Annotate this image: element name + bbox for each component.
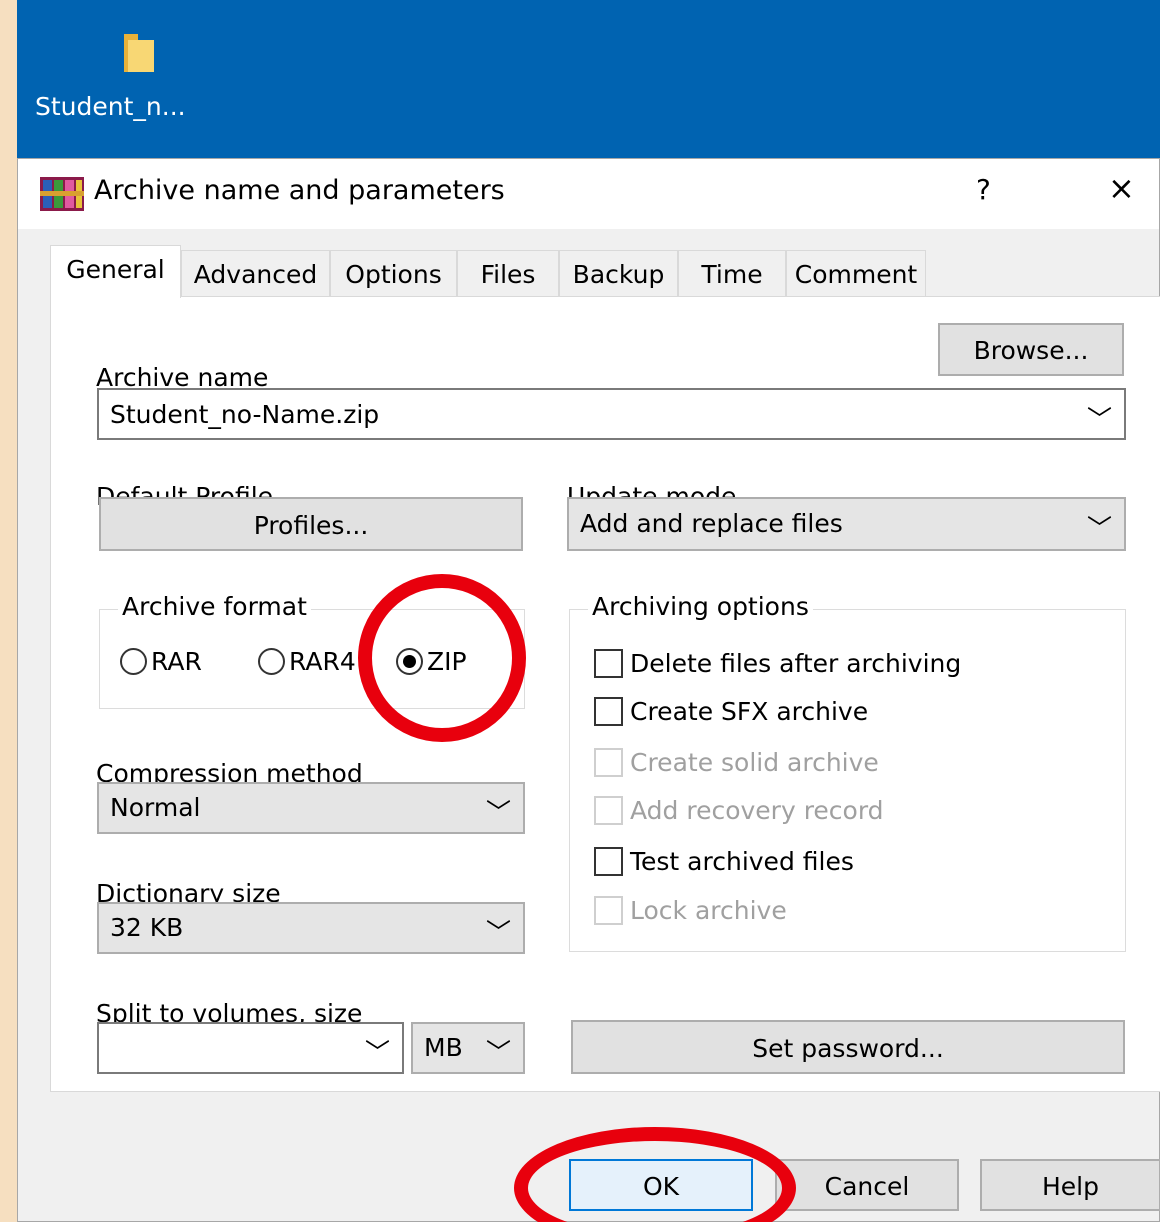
checkbox-add-recovery: Add recovery record <box>594 796 884 825</box>
radio-dot <box>403 655 416 668</box>
desktop-icon-label: Student_n... <box>35 92 186 121</box>
radio-rar[interactable]: RAR <box>120 647 202 676</box>
split-unit-select[interactable]: MB ﹀ <box>411 1022 525 1074</box>
checkbox-create-sfx[interactable]: Create SFX archive <box>594 697 868 726</box>
radio-rar4[interactable]: RAR4 <box>258 647 356 676</box>
chevron-down-icon[interactable]: ﹀ <box>486 793 511 829</box>
split-volumes-input[interactable]: ﹀ <box>97 1022 404 1074</box>
radio-rar4-label: RAR4 <box>289 647 356 676</box>
split-unit-value: MB <box>424 1033 463 1062</box>
dictionary-size-select[interactable]: 32 KB ﹀ <box>97 902 525 954</box>
close-icon[interactable]: × <box>1108 169 1135 207</box>
cancel-button[interactable]: Cancel <box>775 1159 959 1211</box>
checkbox-create-solid-label: Create solid archive <box>630 748 879 777</box>
checkbox-create-sfx-label: Create SFX archive <box>630 697 869 726</box>
checkbox-delete-files-label: Delete files after archiving <box>630 649 962 678</box>
radio-zip[interactable]: ZIP <box>396 647 467 676</box>
checkbox-lock-archive-label: Lock archive <box>630 896 787 925</box>
help-button[interactable]: Help <box>980 1159 1160 1211</box>
help-question-icon[interactable]: ? <box>976 173 991 206</box>
checkbox-test-files-label: Test archived files <box>630 847 854 876</box>
winrar-app-icon <box>40 177 84 215</box>
tab-advanced[interactable]: Advanced <box>181 250 330 297</box>
checkbox-add-recovery-label: Add recovery record <box>630 796 884 825</box>
compression-method-value: Normal <box>110 793 201 822</box>
checkbox-lock-archive: Lock archive <box>594 896 787 925</box>
checkbox-box <box>594 896 623 925</box>
general-tab-panel: Archive name Browse... Student_no-Name.z… <box>50 296 1160 1092</box>
dialog-titlebar[interactable]: Archive name and parameters ? × <box>18 159 1159 229</box>
desktop-folder-shortcut[interactable]: Student_n... <box>35 32 186 121</box>
folder-icon <box>93 32 185 78</box>
dictionary-size-value: 32 KB <box>110 913 184 942</box>
tab-files[interactable]: Files <box>457 250 559 297</box>
tab-general[interactable]: General <box>50 245 181 298</box>
archive-dialog: Archive name and parameters ? × General … <box>17 158 1160 1222</box>
checkbox-box <box>594 847 623 876</box>
tab-strip: General Advanced Options Files Backup Ti… <box>50 245 1160 298</box>
checkbox-box <box>594 796 623 825</box>
tab-options[interactable]: Options <box>330 250 457 297</box>
checkbox-test-files[interactable]: Test archived files <box>594 847 854 876</box>
checkbox-box <box>594 649 623 678</box>
checkbox-create-solid: Create solid archive <box>594 748 879 777</box>
chevron-down-icon[interactable]: ﹀ <box>1087 400 1112 436</box>
checkbox-box <box>594 748 623 777</box>
update-mode-select[interactable]: Add and replace files ﹀ <box>567 497 1126 551</box>
radio-circle <box>258 648 285 675</box>
profiles-button[interactable]: Profiles... <box>99 497 523 551</box>
archive-name-value: Student_no-Name.zip <box>110 400 380 429</box>
compression-method-select[interactable]: Normal ﹀ <box>97 782 525 834</box>
archiving-options-group: Archiving options Delete files after arc… <box>569 592 1126 952</box>
browse-button[interactable]: Browse... <box>938 323 1124 376</box>
radio-circle <box>120 648 147 675</box>
checkbox-box <box>594 697 623 726</box>
radio-circle-selected <box>396 648 423 675</box>
tab-comment[interactable]: Comment <box>786 250 926 297</box>
tab-backup[interactable]: Backup <box>559 250 678 297</box>
radio-rar-label: RAR <box>151 647 202 676</box>
archiving-options-label: Archiving options <box>588 592 813 621</box>
checkbox-delete-files[interactable]: Delete files after archiving <box>594 649 961 678</box>
update-mode-value: Add and replace files <box>580 509 843 538</box>
archive-format-label: Archive format <box>118 592 311 621</box>
archive-format-group: Archive format RAR RAR4 ZIP <box>99 592 525 709</box>
chevron-down-icon[interactable]: ﹀ <box>365 1033 390 1069</box>
ok-button[interactable]: OK <box>569 1159 753 1211</box>
chevron-down-icon[interactable]: ﹀ <box>486 913 511 949</box>
chevron-down-icon[interactable]: ﹀ <box>1087 509 1112 545</box>
chevron-down-icon[interactable]: ﹀ <box>486 1033 511 1069</box>
tab-time[interactable]: Time <box>678 250 786 297</box>
radio-zip-label: ZIP <box>427 647 467 676</box>
set-password-button[interactable]: Set password... <box>571 1020 1125 1074</box>
dialog-title: Archive name and parameters <box>94 175 505 206</box>
archive-name-field[interactable]: Student_no-Name.zip ﹀ <box>97 388 1126 440</box>
